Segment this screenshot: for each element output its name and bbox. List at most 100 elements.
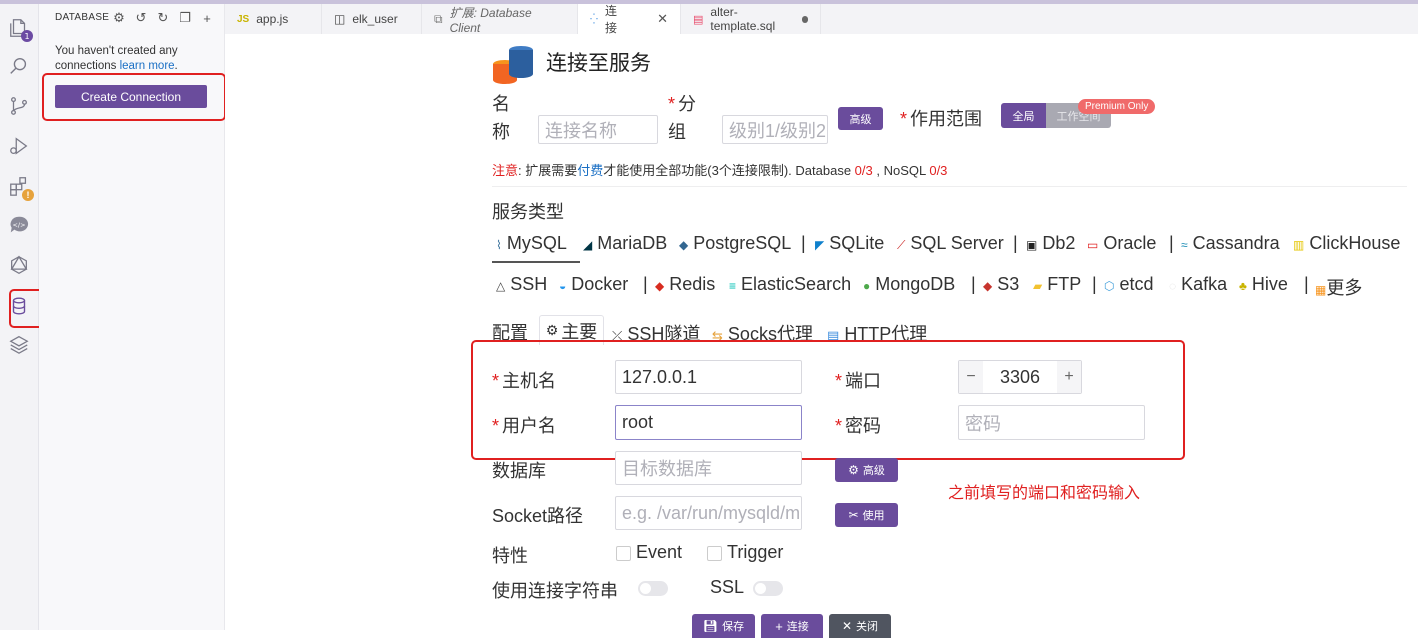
selected-service-underline xyxy=(492,261,580,263)
kafka-icon: ◌ xyxy=(1169,279,1177,293)
separator: | xyxy=(1092,274,1097,294)
layers-icon[interactable] xyxy=(7,332,31,356)
learn-more-link[interactable]: learn more xyxy=(120,60,175,72)
name-label-bottom: 称 xyxy=(492,122,510,142)
service-sql-server[interactable]: ⟋ SQL Server xyxy=(897,233,1004,254)
tab-connection[interactable]: ⁛ 连接 ✕ xyxy=(578,4,681,35)
service-kafka[interactable]: ◌ Kafka xyxy=(1169,274,1227,295)
service-docker[interactable]: ◒ Docker xyxy=(559,274,628,295)
service-mysql[interactable]: ⌇ MySQL xyxy=(496,233,567,254)
service-more[interactable]: ▦更多 xyxy=(1315,274,1362,300)
divider xyxy=(492,186,1407,187)
connection-string-toggle[interactable] xyxy=(638,581,668,596)
graphql-icon[interactable] xyxy=(7,253,31,277)
use-socket-button[interactable]: ✂ 使用 xyxy=(835,503,898,527)
group-label-bottom: 组 xyxy=(668,122,686,142)
tab-alter-template[interactable]: ▤ alter-template.sql xyxy=(681,4,821,34)
event-label: Event xyxy=(636,542,683,562)
service-cassandra[interactable]: ≈ Cassandra xyxy=(1181,233,1280,254)
tab-elk-user[interactable]: ◫ elk_user xyxy=(322,4,422,34)
database-advanced-button[interactable]: ⚙ 高级 xyxy=(835,458,898,482)
tab-database-client[interactable]: ⧉ 扩展: Database Client xyxy=(422,4,578,35)
ssl-label: SSL xyxy=(710,577,745,597)
extensions-icon[interactable]: ! xyxy=(7,174,34,201)
oracle-icon: ▭ xyxy=(1087,238,1099,252)
database-label: 数据库 xyxy=(492,461,546,481)
etcd-icon: ⬡ xyxy=(1104,279,1115,293)
close-button[interactable]: ✕ 关闭 xyxy=(829,614,891,638)
save-button[interactable]: 💾︎ 保存 xyxy=(692,614,755,638)
service-elasticsearch[interactable]: ≡ ElasticSearch xyxy=(729,274,851,295)
sql-server-icon: ⟋ xyxy=(897,238,906,252)
refresh-icon[interactable]: ↻ xyxy=(155,10,171,26)
service-oracle[interactable]: ▭ Oracle xyxy=(1087,233,1156,254)
paid-link[interactable]: 付费 xyxy=(577,163,603,178)
connection-icon: ⁛ xyxy=(590,13,598,25)
service-etcd[interactable]: ⬡ etcd xyxy=(1104,274,1154,295)
service-mongodb[interactable]: ● MongoDB xyxy=(863,274,955,295)
socket-label: Socket路径 xyxy=(492,506,584,526)
database-stack-icon xyxy=(493,46,533,84)
explorer-badge: 1 xyxy=(21,30,33,42)
event-checkbox[interactable] xyxy=(616,546,631,561)
database-file-icon: ▤ xyxy=(693,13,704,26)
service-hive[interactable]: ♣ Hive xyxy=(1239,274,1288,295)
socket-input[interactable]: e.g. /var/run/mysqld/m xyxy=(615,496,802,530)
trigger-checkbox[interactable] xyxy=(707,546,722,561)
gear-icon[interactable]: ⚙ xyxy=(111,10,127,26)
cassandra-icon: ≈ xyxy=(1181,238,1188,252)
source-control-icon[interactable] xyxy=(7,94,31,118)
scope-global-button[interactable]: 全局 xyxy=(1001,103,1046,128)
close-icon[interactable]: ✕ xyxy=(657,11,668,27)
search-icon[interactable] xyxy=(7,54,31,78)
service-db2[interactable]: ▣ Db2 xyxy=(1026,233,1075,254)
service-postgresql[interactable]: ◆ PostgreSQL xyxy=(679,233,791,254)
advanced-button[interactable]: 高级 xyxy=(838,107,883,130)
service-s3[interactable]: ◆ S3 xyxy=(983,274,1019,295)
service-redis[interactable]: ◆ Redis xyxy=(655,274,715,295)
svg-text:</>: </> xyxy=(13,221,26,229)
tab-app-js[interactable]: JS app.js xyxy=(225,4,322,34)
add-icon[interactable]: + xyxy=(199,10,215,26)
files-icon[interactable]: 1 xyxy=(7,16,33,42)
collapse-icon[interactable]: ❐ xyxy=(177,10,193,26)
history-icon[interactable]: ↺ xyxy=(133,10,149,26)
plus-icon: + xyxy=(775,618,783,634)
service-clickhouse[interactable]: ▥ ClickHouse xyxy=(1293,233,1400,254)
service-mariadb[interactable]: ◢ MariaDB xyxy=(583,233,667,254)
unsaved-dot-icon xyxy=(802,15,808,23)
mariadb-icon: ◢ xyxy=(583,238,593,252)
ssh-icon: △ xyxy=(496,279,506,293)
create-connection-highlight xyxy=(42,73,226,121)
connection-string-label: 使用连接字符串 xyxy=(492,581,618,601)
db2-icon: ▣ xyxy=(1026,238,1038,252)
clickhouse-icon: ▥ xyxy=(1293,238,1305,252)
database-input[interactable]: 目标数据库 xyxy=(615,451,802,485)
separator: | xyxy=(1304,274,1309,294)
group-label-top: * 分 xyxy=(668,94,697,114)
docker-icon: ◒ xyxy=(559,279,567,293)
gear-icon: ⚙ xyxy=(848,463,859,477)
folder-icon: ▰ xyxy=(1033,279,1043,293)
service-ssh[interactable]: △ SSH xyxy=(496,274,547,295)
connect-button[interactable]: + 连接 xyxy=(761,614,823,638)
annotation-note: 之前填写的端口和密码输入 xyxy=(948,485,1141,502)
panel-icon: ◫ xyxy=(334,12,346,26)
elasticsearch-icon: ≡ xyxy=(729,279,737,293)
service-ftp[interactable]: ▰ FTP xyxy=(1033,274,1081,295)
feature-label: 特性 xyxy=(492,546,528,566)
host-port-user-password-highlight xyxy=(471,340,1185,460)
name-label-top: 名 xyxy=(492,94,510,114)
connection-name-input[interactable]: 连接名称 xyxy=(538,115,658,144)
api-icon[interactable]: </> xyxy=(7,213,31,237)
extension-icon: ⧉ xyxy=(434,11,443,26)
service-sqlite[interactable]: ◤ SQLite xyxy=(815,233,884,254)
no-connections-message: You haven't created any connections lear… xyxy=(55,45,178,72)
separator: | xyxy=(1013,233,1018,253)
separator: | xyxy=(643,274,648,294)
ssl-toggle[interactable] xyxy=(753,581,783,596)
run-debug-icon[interactable] xyxy=(7,134,31,158)
javascript-icon: JS xyxy=(237,13,250,25)
group-input[interactable]: 级别1/级别2 xyxy=(722,115,828,144)
sqlite-icon: ◤ xyxy=(815,238,825,252)
